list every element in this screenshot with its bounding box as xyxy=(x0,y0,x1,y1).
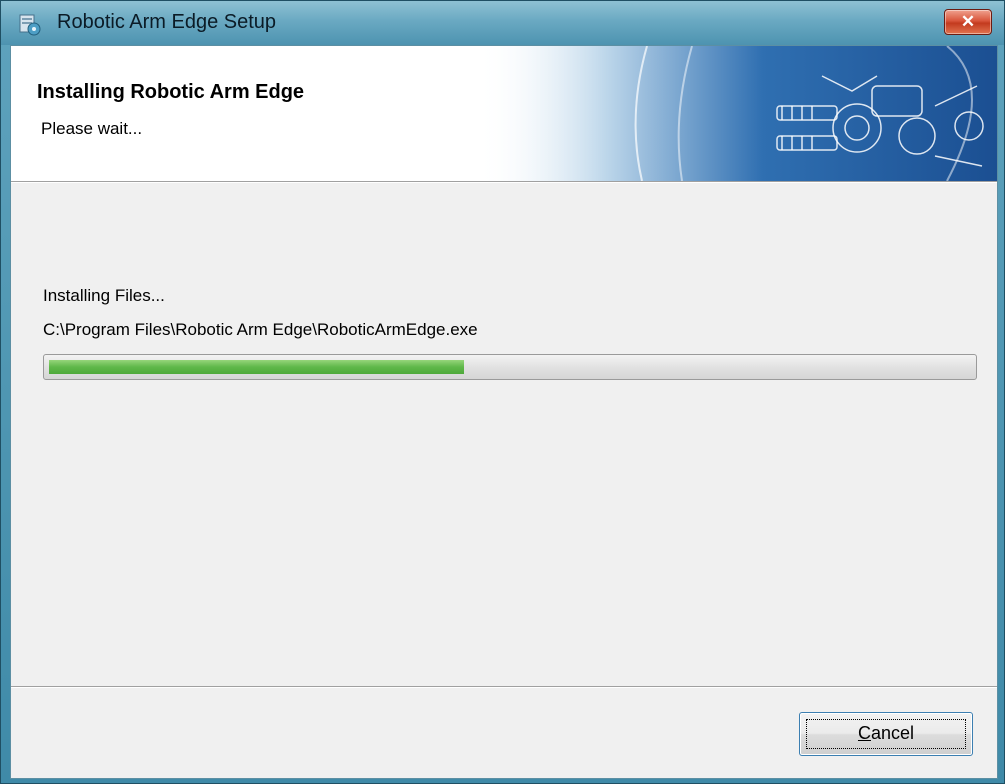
robotic-arm-banner xyxy=(477,46,997,181)
install-status-label: Installing Files... xyxy=(43,286,165,305)
progress-fill xyxy=(49,360,464,374)
dialog-client-area: Installing Robotic Arm Edge Please wait.… xyxy=(10,45,998,779)
installer-icon xyxy=(19,14,41,36)
header-subtitle: Please wait... xyxy=(41,119,143,138)
current-file-path: C:\Program Files\Robotic Arm Edge\Roboti… xyxy=(43,320,478,339)
setup-window: Robotic Arm Edge Setup ✕ Installing Robo… xyxy=(0,0,1005,784)
wizard-header: Installing Robotic Arm Edge Please wait.… xyxy=(11,46,997,181)
cancel-button[interactable]: Cancel xyxy=(799,712,973,756)
close-button[interactable]: ✕ xyxy=(944,9,992,35)
header-divider xyxy=(11,181,997,183)
footer-divider xyxy=(11,686,997,688)
header-title: Installing Robotic Arm Edge xyxy=(37,81,305,103)
title-bar[interactable]: Robotic Arm Edge Setup ✕ xyxy=(1,1,1004,45)
cancel-button-label: Cancel xyxy=(857,723,915,743)
window-title: Robotic Arm Edge Setup xyxy=(57,11,277,33)
close-icon: ✕ xyxy=(960,12,976,31)
install-progress-bar xyxy=(43,354,977,380)
